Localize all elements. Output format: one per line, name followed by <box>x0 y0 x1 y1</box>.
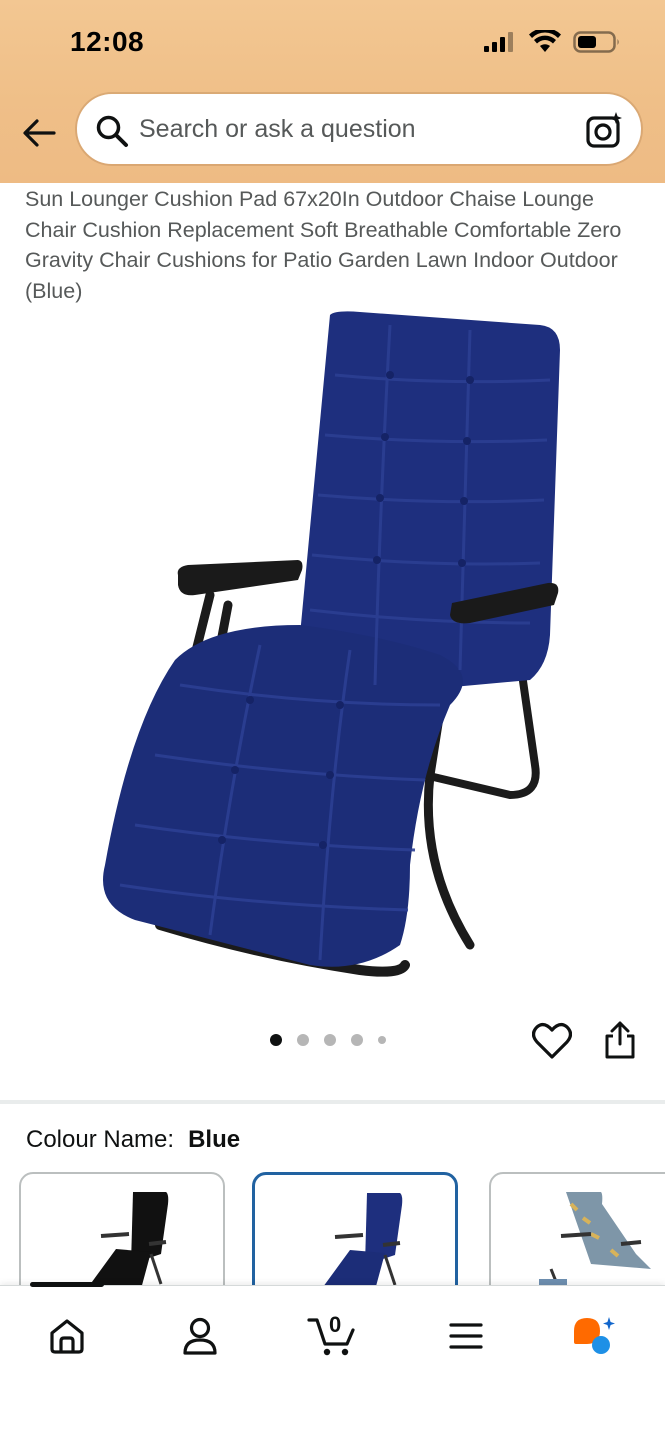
search-input[interactable] <box>139 112 559 146</box>
search-icon <box>96 115 128 147</box>
nav-menu[interactable] <box>441 1314 491 1358</box>
back-arrow-icon <box>23 119 56 147</box>
camera-lens-icon <box>586 112 622 148</box>
rufus-assistant-icon <box>574 1317 615 1354</box>
carousel-dot[interactable] <box>297 1034 309 1046</box>
carousel-dot[interactable] <box>324 1034 336 1046</box>
colour-selection-label: Colour Name: Blue <box>26 1126 240 1154</box>
section-divider <box>0 1100 665 1104</box>
status-icons <box>483 30 621 54</box>
profile-icon <box>183 1317 217 1355</box>
heart-icon <box>531 1023 573 1059</box>
nav-profile[interactable] <box>175 1314 225 1358</box>
nav-rufus-assistant[interactable] <box>570 1314 620 1358</box>
home-icon <box>50 1319 84 1354</box>
product-image[interactable] <box>60 305 605 995</box>
add-to-wishlist-button[interactable] <box>531 1022 573 1060</box>
header: 12:08 <box>0 0 665 183</box>
colour-value: Blue <box>188 1126 241 1153</box>
cart-count: 0 <box>329 1312 342 1337</box>
image-carousel-dots[interactable] <box>270 1034 386 1046</box>
colour-label: Colour Name: <box>26 1126 175 1153</box>
share-button[interactable] <box>603 1020 637 1060</box>
carousel-dot[interactable] <box>351 1034 363 1046</box>
carousel-dot[interactable] <box>270 1034 282 1046</box>
menu-icon <box>449 1323 483 1349</box>
active-tab-indicator <box>30 1282 104 1287</box>
share-icon <box>605 1021 635 1059</box>
bottom-navigation: 0 <box>0 1282 665 1441</box>
nav-cart[interactable]: 0 <box>307 1312 357 1358</box>
camera-search-button[interactable] <box>585 110 625 150</box>
nav-home[interactable] <box>42 1314 92 1358</box>
battery-icon <box>573 31 619 53</box>
search-bar[interactable] <box>77 94 641 164</box>
status-time: 12:08 <box>70 26 145 57</box>
wifi-icon <box>529 30 561 52</box>
carousel-dot[interactable] <box>378 1036 386 1044</box>
back-button[interactable] <box>18 112 60 154</box>
product-title[interactable]: Sun Lounger Cushion Pad 67x20In Outdoor … <box>25 184 640 306</box>
signal-icon <box>484 32 513 52</box>
